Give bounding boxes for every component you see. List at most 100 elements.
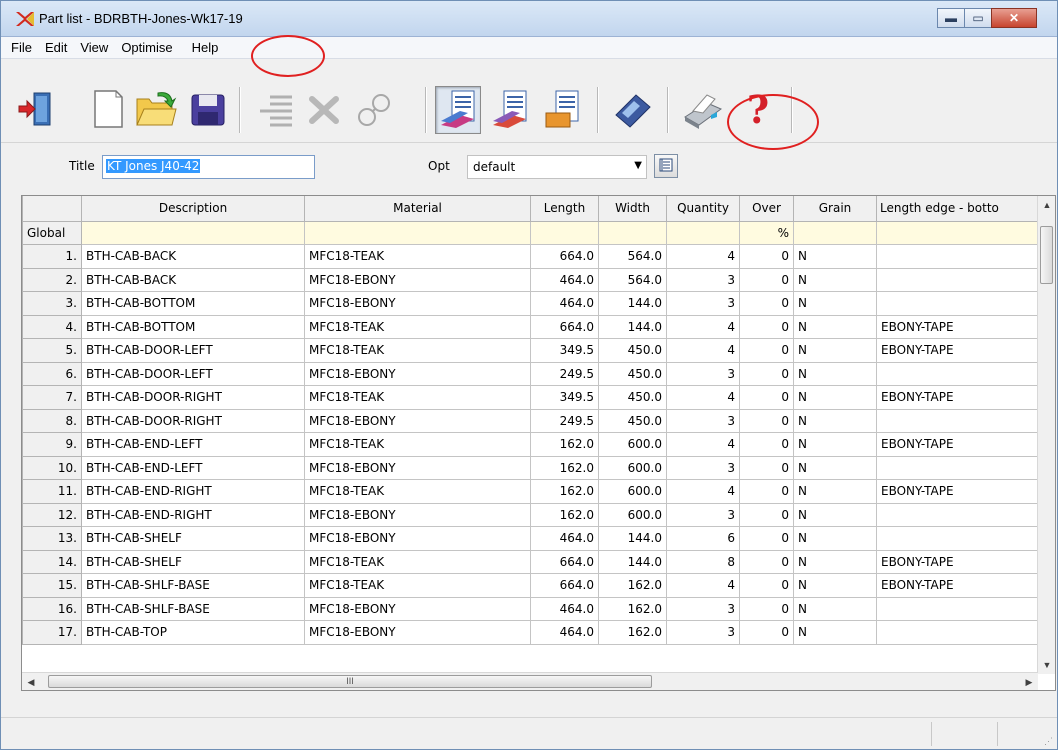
quantity-cell[interactable]: 4 — [666, 573, 740, 598]
material-cell[interactable]: MFC18-TEAK — [304, 479, 531, 504]
width-cell[interactable]: 600.0 — [598, 455, 667, 480]
grain-cell[interactable]: N — [793, 573, 877, 598]
quantity-cell[interactable]: 3 — [666, 620, 740, 645]
description-cell[interactable]: BTH-CAB-DOOR-RIGHT — [81, 385, 305, 410]
quantity-cell[interactable]: 3 — [666, 455, 740, 480]
grain-cell[interactable]: N — [793, 455, 877, 480]
length-cell[interactable]: 162.0 — [530, 479, 599, 504]
width-cell[interactable]: 600.0 — [598, 502, 667, 527]
over-cell[interactable]: 0 — [739, 620, 794, 645]
length-cell[interactable]: 664.0 — [530, 549, 599, 574]
edge-bottom-cell[interactable]: EBONY-TAPE — [876, 314, 1039, 339]
description-cell[interactable]: BTH-CAB-BOTTOM — [81, 314, 305, 339]
print-button[interactable] — [679, 86, 725, 134]
length-cell[interactable]: 249.5 — [530, 361, 599, 386]
material-cell[interactable]: MFC18-TEAK — [304, 573, 531, 598]
scroll-up-icon[interactable]: ▲ — [1038, 196, 1055, 214]
table-row[interactable]: 13. BTH-CAB-SHELF MFC18-EBONY 464.0 144.0 6 0 N — [22, 526, 1039, 551]
over-cell[interactable]: 0 — [739, 573, 794, 598]
column-header-length-edge-bottom[interactable]: Length edge - botto — [876, 196, 1039, 222]
table-cell[interactable] — [304, 220, 531, 245]
edge-bottom-cell[interactable] — [876, 267, 1039, 292]
material-cell[interactable]: MFC18-TEAK — [304, 549, 531, 574]
table-row[interactable]: 1. BTH-CAB-BACK MFC18-TEAK 664.0 564.0 4 0 N — [22, 244, 1039, 269]
opt-select[interactable]: default ▼ — [467, 155, 647, 179]
description-cell[interactable]: BTH-CAB-SHELF — [81, 526, 305, 551]
over-cell[interactable]: 0 — [739, 338, 794, 363]
board-list-button[interactable] — [487, 86, 533, 134]
length-cell[interactable]: 349.5 — [530, 385, 599, 410]
length-cell[interactable]: 349.5 — [530, 338, 599, 363]
menu-edit[interactable]: Edit — [45, 40, 67, 55]
width-cell[interactable]: 450.0 — [598, 338, 667, 363]
exit-button[interactable] — [13, 86, 59, 134]
description-cell[interactable]: BTH-CAB-END-RIGHT — [81, 479, 305, 504]
over-cell[interactable]: 0 — [739, 361, 794, 386]
edge-bottom-cell[interactable]: EBONY-TAPE — [876, 479, 1039, 504]
scroll-down-icon[interactable]: ▼ — [1038, 656, 1055, 674]
resize-grip-icon[interactable]: ⋰ — [1044, 736, 1053, 747]
table-row[interactable]: 17. BTH-CAB-TOP MFC18-EBONY 464.0 162.0 3 0 N — [22, 620, 1039, 645]
edge-bottom-cell[interactable]: EBONY-TAPE — [876, 338, 1039, 363]
material-cell[interactable]: MFC18-TEAK — [304, 338, 531, 363]
over-cell[interactable]: 0 — [739, 267, 794, 292]
description-cell[interactable]: BTH-CAB-BACK — [81, 244, 305, 269]
length-cell[interactable]: 464.0 — [530, 526, 599, 551]
length-cell[interactable]: 162.0 — [530, 432, 599, 457]
width-cell[interactable]: 450.0 — [598, 408, 667, 433]
grain-cell[interactable]: N — [793, 432, 877, 457]
length-cell[interactable]: 464.0 — [530, 291, 599, 316]
description-cell[interactable]: BTH-CAB-BOTTOM — [81, 291, 305, 316]
edge-bottom-cell[interactable] — [876, 502, 1039, 527]
description-cell[interactable]: BTH-CAB-END-LEFT — [81, 455, 305, 480]
edging-list-button[interactable] — [539, 86, 585, 134]
grain-cell[interactable]: N — [793, 526, 877, 551]
table-row[interactable]: 16. BTH-CAB-SHLF-BASE MFC18-EBONY 464.0 162.… — [22, 596, 1039, 621]
width-cell[interactable]: 600.0 — [598, 479, 667, 504]
width-cell[interactable]: 564.0 — [598, 244, 667, 269]
edge-bottom-cell[interactable] — [876, 244, 1039, 269]
over-cell[interactable]: 0 — [739, 455, 794, 480]
grain-cell[interactable]: N — [793, 267, 877, 292]
width-cell[interactable]: 144.0 — [598, 314, 667, 339]
table-row[interactable]: 5. BTH-CAB-DOOR-LEFT MFC18-TEAK 349.5 450.0 4… — [22, 338, 1039, 363]
scroll-left-icon[interactable]: ◀ — [22, 673, 40, 690]
width-cell[interactable]: 450.0 — [598, 385, 667, 410]
new-button[interactable] — [85, 86, 131, 134]
edge-bottom-cell[interactable]: EBONY-TAPE — [876, 573, 1039, 598]
length-cell[interactable]: 464.0 — [530, 620, 599, 645]
edge-bottom-cell[interactable] — [876, 526, 1039, 551]
calculator-button[interactable] — [609, 86, 655, 134]
quantity-cell[interactable]: 3 — [666, 291, 740, 316]
width-cell[interactable]: 144.0 — [598, 526, 667, 551]
title-input[interactable]: KT Jones J40-42 — [102, 155, 315, 179]
description-cell[interactable]: BTH-CAB-END-LEFT — [81, 432, 305, 457]
length-cell[interactable]: 162.0 — [530, 502, 599, 527]
grain-cell[interactable]: N — [793, 620, 877, 645]
quantity-cell[interactable]: 3 — [666, 267, 740, 292]
over-cell[interactable]: 0 — [739, 244, 794, 269]
menu-file[interactable]: File — [11, 40, 32, 55]
length-cell[interactable]: 249.5 — [530, 408, 599, 433]
material-cell[interactable]: MFC18-EBONY — [304, 408, 531, 433]
menu-help[interactable]: Help — [192, 40, 219, 55]
horizontal-scroll-thumb[interactable]: III — [48, 675, 652, 688]
table-row[interactable]: 6. BTH-CAB-DOOR-LEFT MFC18-EBONY 249.5 450.0… — [22, 361, 1039, 386]
column-header-width[interactable]: Width — [598, 196, 667, 222]
length-cell[interactable]: 464.0 — [530, 267, 599, 292]
vertical-scrollbar[interactable]: ▲ ▼ — [1037, 196, 1055, 674]
over-cell[interactable]: 0 — [739, 502, 794, 527]
edge-bottom-cell[interactable] — [876, 455, 1039, 480]
horizontal-scrollbar[interactable]: ◀ III ▶ — [22, 672, 1038, 690]
table-row[interactable]: 9. BTH-CAB-END-LEFT MFC18-TEAK 162.0 600.0 4 0… — [22, 432, 1039, 457]
over-cell[interactable]: 0 — [739, 291, 794, 316]
save-button[interactable] — [185, 86, 231, 134]
material-cell[interactable]: MFC18-EBONY — [304, 620, 531, 645]
over-cell[interactable]: 0 — [739, 596, 794, 621]
material-cell[interactable]: MFC18-EBONY — [304, 455, 531, 480]
width-cell[interactable]: 450.0 — [598, 361, 667, 386]
quantity-cell[interactable]: 6 — [666, 526, 740, 551]
table-row[interactable]: 3. BTH-CAB-BOTTOM MFC18-EBONY 464.0 144.0 3 0 N — [22, 291, 1039, 316]
description-cell[interactable]: BTH-CAB-DOOR-RIGHT — [81, 408, 305, 433]
vertical-scroll-thumb[interactable] — [1040, 226, 1053, 284]
